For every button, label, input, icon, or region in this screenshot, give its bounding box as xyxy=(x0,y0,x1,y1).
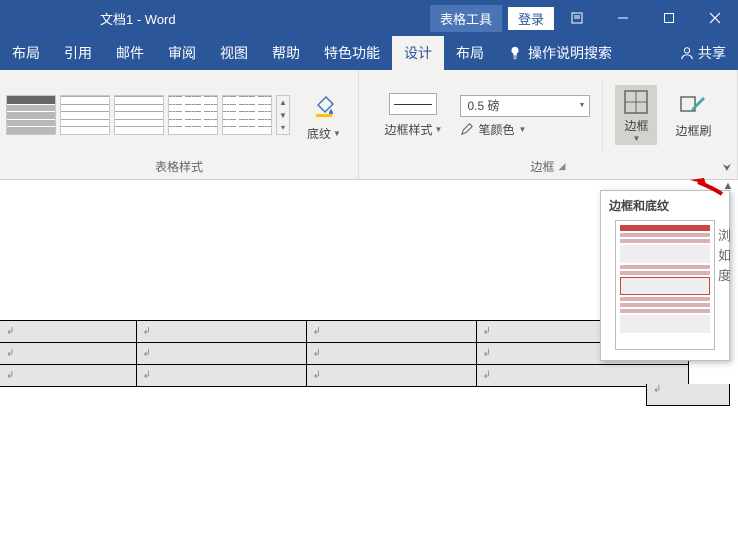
table-cell[interactable]: ↲ xyxy=(0,365,136,387)
tab-layout-table[interactable]: 布局 xyxy=(444,36,496,70)
table-cell[interactable]: ↲ xyxy=(0,343,136,365)
lightbulb-icon xyxy=(508,46,522,60)
tell-me-search[interactable]: 操作说明搜索 xyxy=(496,36,624,70)
borders-icon xyxy=(621,87,651,117)
border-weight-value: 0.5 磅 xyxy=(467,97,499,114)
person-icon xyxy=(680,46,694,60)
pen-icon xyxy=(460,122,474,136)
table-cell[interactable]: ↲ xyxy=(646,384,730,406)
share-button[interactable]: 共享 xyxy=(668,36,738,70)
style-thumb[interactable] xyxy=(6,95,56,135)
table-cell[interactable]: ↲ xyxy=(306,365,476,387)
ribbon-options-button[interactable] xyxy=(554,0,600,36)
table-row[interactable]: ↲ ↲ ↲ ↲ xyxy=(0,343,689,365)
titlebar: 文档1 - Word 表格工具 登录 xyxy=(0,0,738,36)
gallery-more-button[interactable]: ▲▼▾ xyxy=(276,95,290,135)
group-table-styles: ▲▼▾ 底纹▼ 表格样式 xyxy=(0,70,359,179)
group-label-table-styles: 表格样式 xyxy=(155,158,203,175)
tooltip-title: 边框和底纹 xyxy=(609,197,721,214)
border-weight-combo[interactable]: 0.5 磅 ▼ xyxy=(460,95,590,117)
annotation-arrow xyxy=(688,176,724,196)
table-row[interactable]: ↲ ↲ ↲ ↲ xyxy=(0,321,689,343)
ribbon-collapse-button[interactable]: ⮟ xyxy=(720,161,734,175)
border-painter-button[interactable]: 边框刷 xyxy=(669,90,717,141)
shading-button[interactable]: 底纹▼ xyxy=(296,87,352,144)
group-borders: 边框样式▼ 0.5 磅 ▼ 笔颜色 ▼ 边框 ▼ xyxy=(359,70,738,179)
pen-color-label: 笔颜色 xyxy=(478,121,514,138)
table-styles-gallery[interactable]: ▲▼▾ xyxy=(6,95,290,135)
share-label: 共享 xyxy=(698,43,726,63)
border-style-button[interactable]: 边框样式▼ xyxy=(379,91,449,140)
side-hint-text: 浏 如 度 xyxy=(718,226,731,286)
chevron-down-icon: ▼ xyxy=(632,134,640,143)
tab-special[interactable]: 特色功能 xyxy=(312,36,392,70)
tooltip-preview xyxy=(615,220,715,350)
tell-me-label: 操作说明搜索 xyxy=(528,43,612,63)
tab-mailings[interactable]: 邮件 xyxy=(104,36,156,70)
chevron-down-icon: ▼ xyxy=(333,129,341,138)
border-painter-icon xyxy=(678,92,708,122)
tab-layout-page[interactable]: 布局 xyxy=(0,36,52,70)
tab-view[interactable]: 视图 xyxy=(208,36,260,70)
style-thumb[interactable] xyxy=(168,95,218,135)
window-title: 文档1 - Word xyxy=(100,9,176,28)
chevron-down-icon: ▼ xyxy=(518,125,526,134)
border-painter-label: 边框刷 xyxy=(675,122,711,139)
style-thumb[interactable] xyxy=(222,95,272,135)
border-style-label: 边框样式 xyxy=(385,121,433,138)
borders-button[interactable]: 边框 ▼ xyxy=(615,85,657,145)
document-table[interactable]: ↲ ↲ ↲ ↲ ↲ ↲ ↲ ↲ ↲ ↲ ↲ ↲ xyxy=(0,320,689,387)
close-button[interactable] xyxy=(692,0,738,36)
table-cell[interactable]: ↲ xyxy=(0,321,136,343)
paint-bucket-icon xyxy=(307,89,341,123)
chevron-down-icon: ▼ xyxy=(435,125,443,134)
ribbon: ▲▼▾ 底纹▼ 表格样式 边框样式▼ 0.5 磅 ▼ xyxy=(0,70,738,180)
tab-help[interactable]: 帮助 xyxy=(260,36,312,70)
table-cell[interactable]: ↲ xyxy=(136,321,306,343)
tab-design[interactable]: 设计 xyxy=(392,36,444,70)
context-tab-table-tools[interactable]: 表格工具 xyxy=(430,5,502,32)
table-cell[interactable]: ↲ xyxy=(306,321,476,343)
tab-references[interactable]: 引用 xyxy=(52,36,104,70)
table-cell[interactable]: ↲ xyxy=(136,343,306,365)
table-cell[interactable]: ↲ xyxy=(306,343,476,365)
border-style-preview xyxy=(389,93,437,115)
style-thumb[interactable] xyxy=(114,95,164,135)
shading-label: 底纹 xyxy=(307,125,331,142)
pen-color-button[interactable]: 笔颜色 ▼ xyxy=(460,121,590,138)
table-cell[interactable]: ↲ xyxy=(136,365,306,387)
style-thumb[interactable] xyxy=(60,95,110,135)
table-row[interactable]: ↲ ↲ ↲ ↲ xyxy=(0,365,689,387)
dialog-launcher-icon[interactable]: ◢ xyxy=(559,161,566,172)
borders-shading-tooltip: 边框和底纹 xyxy=(600,190,730,361)
ribbon-tabs: 布局 引用 邮件 审阅 视图 帮助 特色功能 设计 布局 操作说明搜索 共享 xyxy=(0,36,738,70)
login-button[interactable]: 登录 xyxy=(508,7,554,30)
chevron-down-icon: ▼ xyxy=(579,102,586,109)
tab-review[interactable]: 审阅 xyxy=(156,36,208,70)
maximize-button[interactable] xyxy=(646,0,692,36)
minimize-button[interactable] xyxy=(600,0,646,36)
borders-label: 边框 xyxy=(624,119,648,133)
group-label-borders: 边框 xyxy=(531,158,555,175)
